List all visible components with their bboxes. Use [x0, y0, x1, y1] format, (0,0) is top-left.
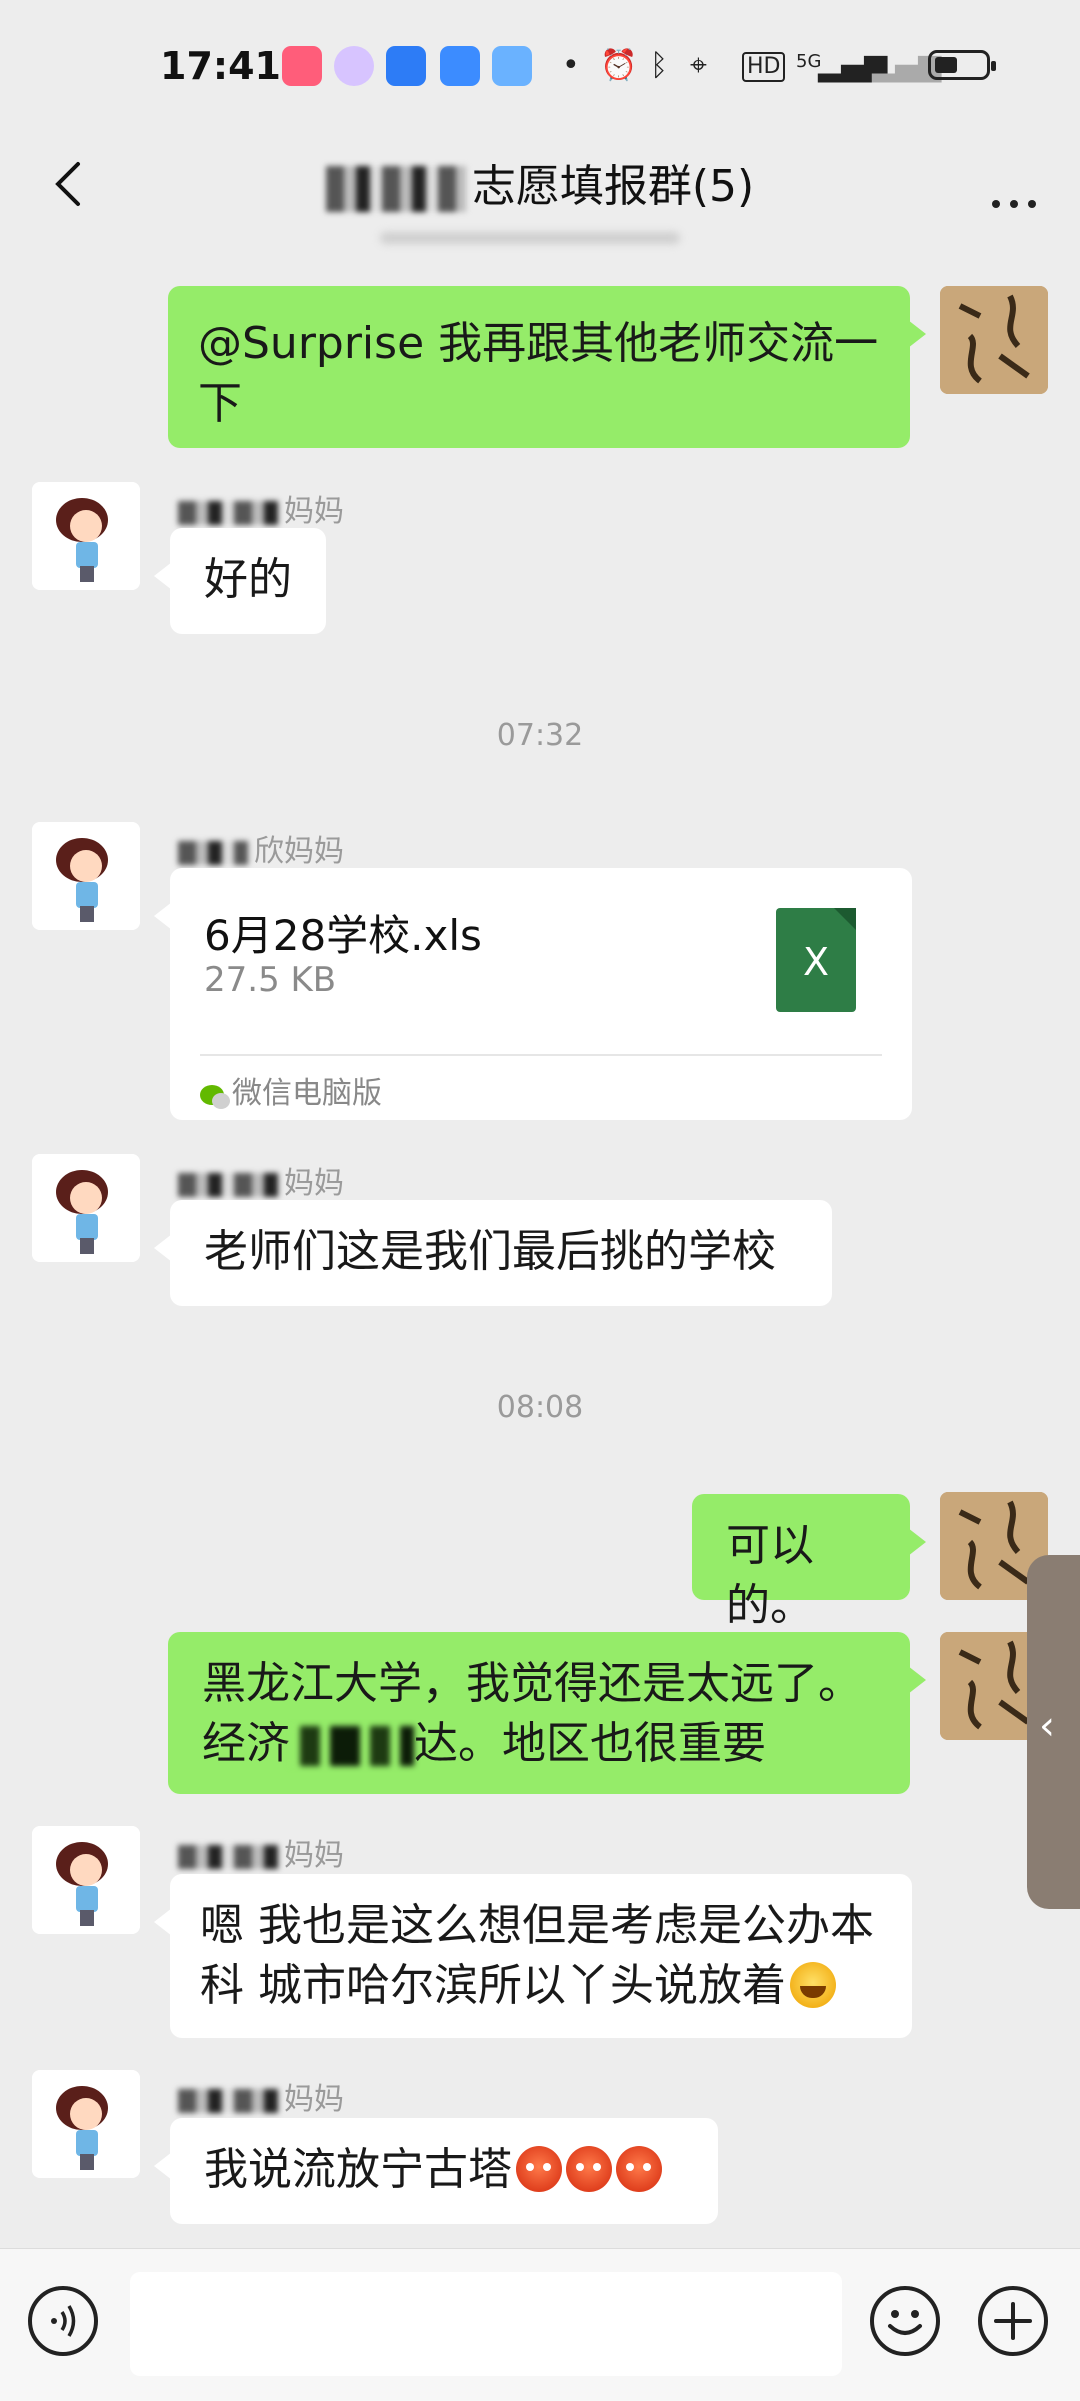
hot-face-emoji-icon — [616, 2146, 662, 2192]
file-source: 微信电脑版 — [200, 1068, 382, 1112]
message-input[interactable] — [130, 2272, 842, 2376]
message-bubble[interactable]: 好的 — [154, 528, 326, 634]
cartoon-boy-avatar-icon — [32, 482, 140, 590]
divider — [200, 1054, 882, 1056]
laugh-emoji-icon — [790, 1962, 836, 2008]
file-size: 27.5 KB — [204, 960, 337, 1000]
voice-button[interactable] — [28, 2286, 98, 2356]
message-bubble[interactable]: 我说流放宁古塔 — [154, 2118, 718, 2224]
member-avatar[interactable] — [32, 1826, 140, 1934]
plus-button[interactable] — [978, 2286, 1048, 2356]
member-avatar[interactable] — [32, 482, 140, 590]
chat-title: 志愿填报群(5) — [0, 150, 1080, 214]
message-text: 我说流放宁古塔 — [204, 2140, 684, 2200]
emoji-button[interactable] — [870, 2286, 940, 2356]
hot-face-emoji-icon — [566, 2146, 612, 2192]
chat-title-text: 志愿填报群(5) — [471, 161, 755, 212]
plus-icon — [994, 2302, 1032, 2340]
app-notification-icon — [386, 46, 426, 86]
sender-name: 妈妈 — [178, 1158, 344, 1202]
dot-icon: • — [562, 48, 580, 83]
bluetooth-icon: ᛒ — [650, 48, 668, 83]
message-text: 老师们这是我们最后挑的学校 — [204, 1226, 776, 1277]
hd-icon: HD — [742, 52, 786, 82]
my-avatar[interactable] — [940, 286, 1048, 394]
sender-name: 妈妈 — [178, 1830, 344, 1874]
message-bubble[interactable]: 可以的。 — [692, 1494, 926, 1631]
message-text: 嗯 我也是这么想但是考虑是公办本科 城市哈尔滨所以丫头说放着 — [200, 1900, 874, 2011]
location-icon: ⌖ — [690, 48, 707, 83]
clipped-timestamp — [380, 232, 680, 244]
message-text: @Surprise 我再跟其他老师交流一下 — [198, 318, 879, 429]
more-icon — [992, 200, 1036, 208]
alarm-icon: ⏰ — [600, 48, 638, 83]
cartoon-boy-avatar-icon — [32, 2070, 140, 2178]
member-avatar[interactable] — [32, 2070, 140, 2178]
status-time: 17:41 — [160, 44, 281, 88]
redacted-text — [178, 1172, 278, 1197]
member-avatar[interactable] — [32, 822, 140, 930]
chat-header: 志愿填报群(5) — [0, 130, 1080, 238]
cartoon-boy-avatar-icon — [32, 822, 140, 930]
calligraphy-avatar-icon — [940, 286, 1048, 394]
floating-side-handle[interactable]: ‹ — [1027, 1555, 1080, 1909]
file-name: 6月28学校.xls — [204, 911, 482, 960]
member-avatar[interactable] — [32, 1154, 140, 1262]
app-notification-icon — [440, 46, 480, 86]
message-bubble[interactable]: 嗯 我也是这么想但是考虑是公办本科 城市哈尔滨所以丫头说放着 — [154, 1874, 912, 2038]
message-bubble[interactable]: 黑龙江大学，我觉得还是太远了。 经济 达。地区也很重要 — [168, 1632, 926, 1794]
cartoon-boy-avatar-icon — [32, 1154, 140, 1262]
timestamp: 07:32 — [496, 718, 584, 753]
wechat-icon — [200, 1085, 230, 1109]
message-text: 好的 — [204, 554, 292, 605]
status-bar: 17:41 • ⏰ ᛒ ⌖ HD 5G ▂▄▆ ▂▄▆ — [0, 0, 1080, 130]
app-notification-icon — [492, 46, 532, 86]
redacted-text — [178, 1844, 278, 1869]
battery-icon — [928, 50, 996, 80]
message-text-line2: 经济 达。地区也很重要 — [202, 1718, 766, 1769]
timestamp: 08:08 — [496, 1390, 584, 1425]
redacted-text — [178, 500, 278, 525]
sender-name: 妈妈 — [178, 486, 344, 530]
voice-icon — [51, 2305, 76, 2337]
app-notification-icon — [282, 46, 322, 86]
redacted-text — [178, 840, 248, 865]
excel-file-icon: X — [776, 908, 856, 1012]
sender-name: 妈妈 — [178, 2074, 344, 2118]
redacted-text — [178, 2088, 278, 2113]
redacted-text — [290, 1726, 414, 1766]
message-bubble[interactable]: 老师们这是我们最后挑的学校 — [154, 1200, 832, 1306]
message-text: 可以的。 — [726, 1520, 814, 1631]
hot-face-emoji-icon — [516, 2146, 562, 2192]
chevron-left-icon: ‹ — [1039, 1703, 1055, 1749]
sender-name: 欣妈妈 — [178, 826, 344, 870]
emoji-icon — [888, 2310, 922, 2335]
message-bubble[interactable]: @Surprise 我再跟其他老师交流一下 — [168, 286, 926, 448]
app-notification-icon — [334, 46, 374, 86]
message-text-line1: 黑龙江大学，我觉得还是太远了。 — [202, 1658, 862, 1709]
file-message-card[interactable]: 6月28学校.xls 27.5 KB X 微信电脑版 — [154, 868, 912, 1120]
more-button[interactable] — [984, 160, 1044, 210]
cartoon-boy-avatar-icon — [32, 1826, 140, 1934]
redacted-text — [325, 166, 466, 212]
